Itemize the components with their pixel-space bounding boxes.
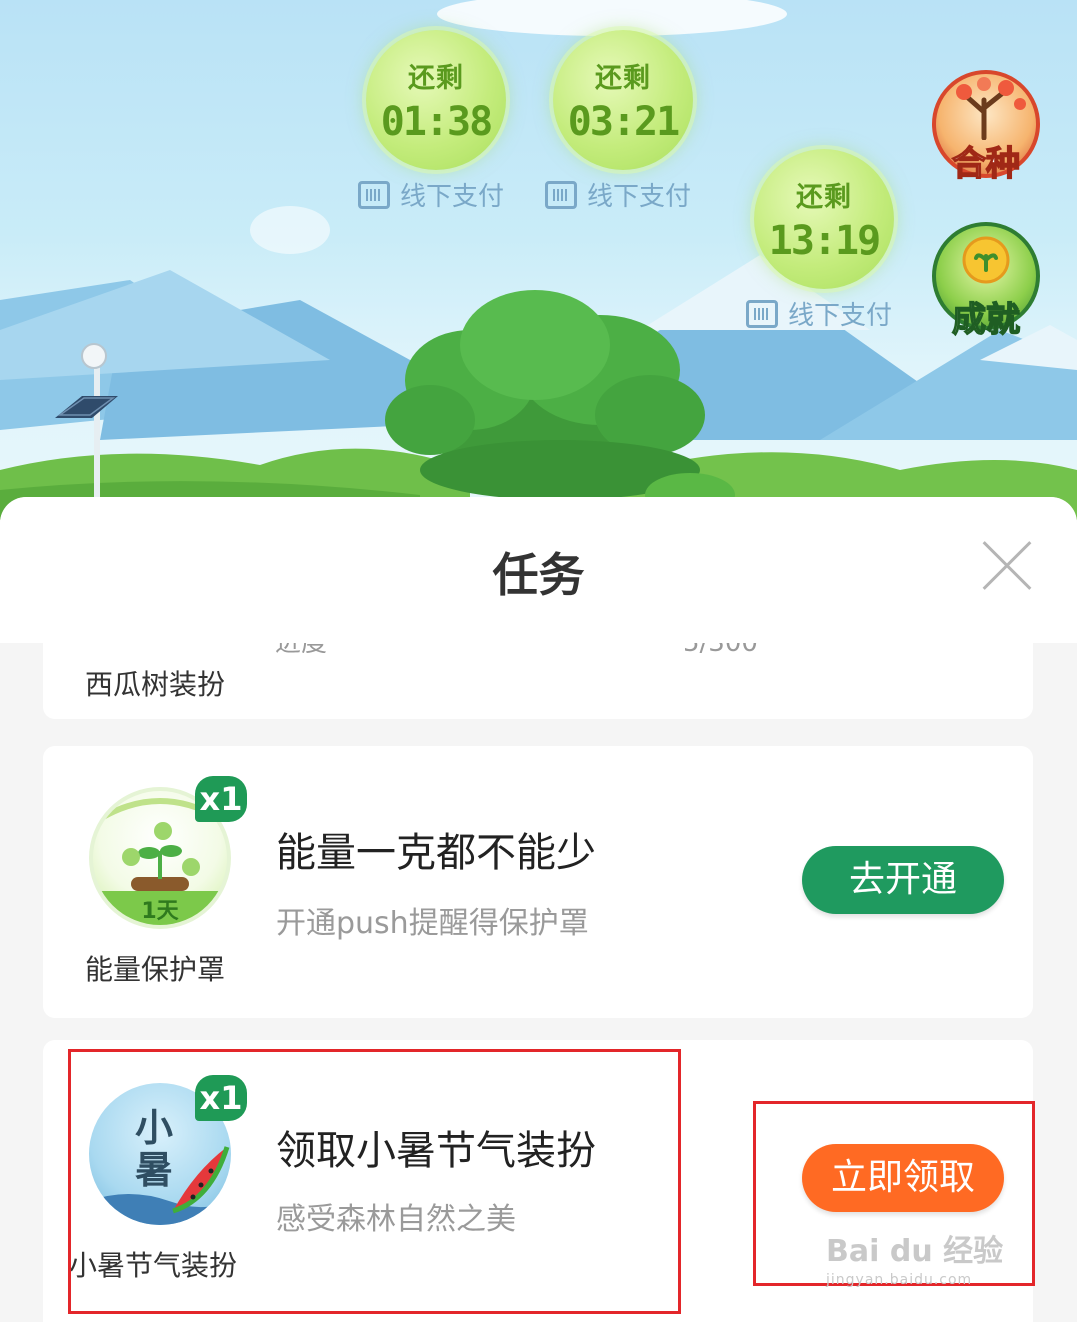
offline-payment-tag: 线下支付 [746, 295, 892, 332]
plant-together-label: 合种 [951, 143, 1021, 185]
task-panel-header: 任务 [0, 497, 1077, 643]
barcode-icon [545, 180, 577, 209]
offline-payment-tag: 线下支付 [358, 176, 504, 213]
task-card: 1天 x1 能量保护罩 能量一克都不能少 开通push提醒得保护罩 去开通 [43, 746, 1033, 1018]
watermark-brand: Bai du 经验 [826, 1234, 1004, 1269]
reward-icon-text: 1天 [141, 899, 179, 924]
energy-countdown: 03:21 [567, 99, 680, 145]
reward-label: 能量保护罩 [85, 953, 226, 986]
offline-payment-label: 线下支付 [788, 301, 893, 331]
energy-remaining-label: 还剩 [595, 63, 651, 94]
barcode-icon [358, 180, 390, 209]
energy-ball[interactable]: 还剩 13:19 [754, 149, 894, 289]
energy-ball[interactable]: 还剩 03:21 [553, 30, 693, 170]
forest-background [0, 0, 1077, 520]
forest-scene: 还剩 01:38 线下支付 还剩 03:21 线下支付 还剩 13:19 线下支… [0, 0, 1077, 520]
medal-icon [962, 236, 1010, 284]
achievement-button[interactable]: 成就 [932, 222, 1040, 341]
claim-now-button[interactable]: 立即领取 [802, 1144, 1004, 1212]
reward-label: 西瓜树装扮 [85, 668, 226, 701]
reward-icon-text: 小暑 [135, 1105, 174, 1192]
offline-payment-tag: 线下支付 [545, 176, 691, 213]
tree-icon [956, 77, 1026, 140]
energy-remaining-label: 还剩 [796, 182, 852, 213]
close-icon[interactable] [982, 541, 1032, 591]
energy-remaining-label: 还剩 [408, 63, 464, 94]
energy-ball[interactable]: 还剩 01:38 [366, 30, 506, 170]
task-description: 开通push提醒得保护罩 [276, 906, 589, 941]
enable-push-button[interactable]: 去开通 [802, 846, 1004, 914]
task-title: 领取小暑节气装扮 [276, 1128, 596, 1174]
task-description: 感受森林自然之美 [276, 1202, 516, 1237]
task-title: 能量一克都不能少 [276, 830, 596, 876]
reward-count-badge: x1 [195, 1075, 247, 1121]
offline-payment-label: 线下支付 [587, 182, 692, 212]
baidu-watermark: Bai du 经验 jingyan.baidu.com [826, 1226, 1003, 1288]
panel-title: 任务 [492, 548, 585, 602]
energy-countdown: 13:19 [768, 218, 881, 264]
offline-payment-label: 线下支付 [400, 182, 505, 212]
barcode-icon [746, 299, 778, 328]
task-panel: 任务 进度 5/300 西瓜树装扮 1天 x1 能量保护罩 能量一克都不能少 开… [0, 497, 1077, 1322]
reward-count-badge: x1 [195, 776, 247, 822]
reward-label: 小暑节气装扮 [69, 1249, 238, 1282]
plant-together-button[interactable]: 合种 [932, 70, 1040, 185]
watermark-url: jingyan.baidu.com [826, 1272, 973, 1288]
achievement-label: 成就 [951, 299, 1021, 341]
energy-countdown: 01:38 [380, 99, 493, 145]
